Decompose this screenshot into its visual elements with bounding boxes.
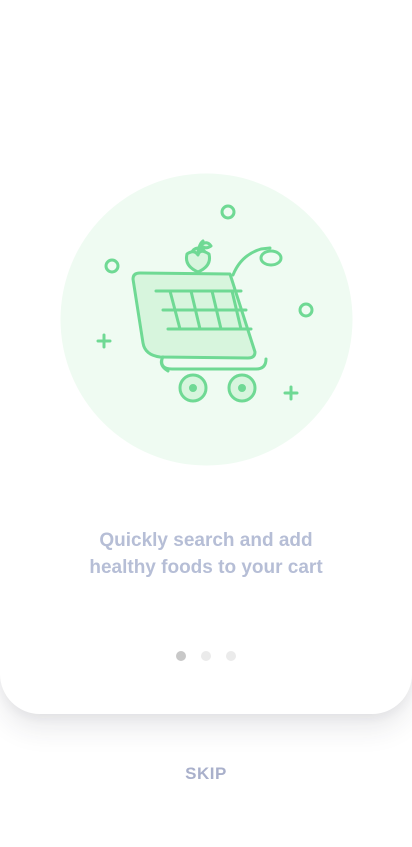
page-dot-2[interactable] — [201, 651, 211, 661]
caption-line-1: Quickly search and add — [99, 530, 313, 551]
page-dot-1[interactable] — [176, 651, 186, 661]
skip-button[interactable]: SKIP — [166, 762, 246, 786]
page-dot-3[interactable] — [226, 651, 236, 661]
onboarding-card: Quickly search and add healthy foods to … — [0, 0, 412, 714]
cart-illustration — [60, 173, 353, 466]
page-indicator — [0, 651, 412, 661]
caption-line-2: healthy foods to your cart — [89, 557, 323, 578]
onboarding-screen: Quickly search and add healthy foods to … — [0, 0, 412, 847]
shopping-cart-icon — [60, 173, 353, 466]
onboarding-caption: Quickly search and add healthy foods to … — [40, 527, 372, 581]
